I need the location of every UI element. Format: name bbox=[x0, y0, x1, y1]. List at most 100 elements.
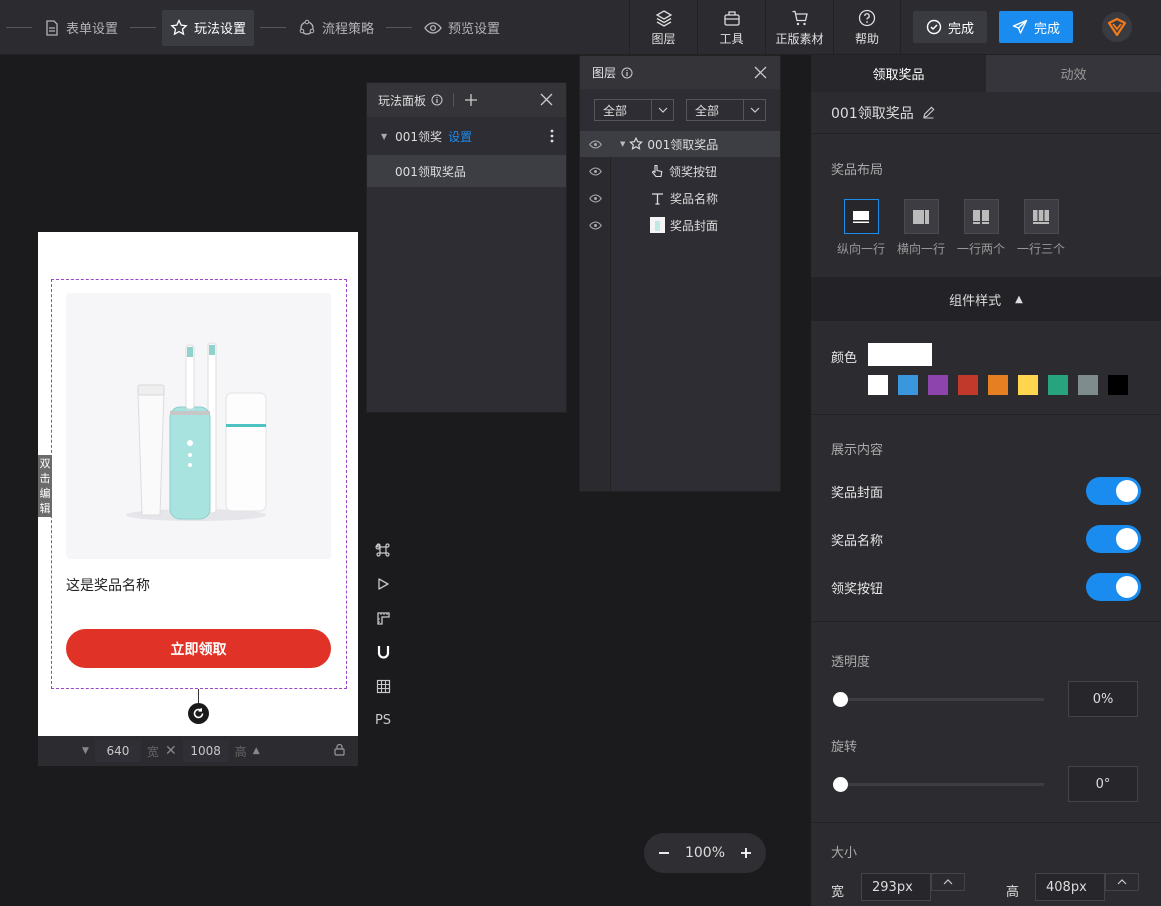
zoom-in-icon[interactable] bbox=[740, 847, 752, 859]
select-value: 全部 bbox=[603, 103, 628, 118]
layout-horizontal-icon bbox=[903, 199, 939, 234]
play-group-row[interactable]: ▼ 001领奖 设置 bbox=[367, 117, 566, 155]
layout-three-per-row[interactable]: 一行三个 bbox=[1011, 199, 1071, 257]
caret-up-icon[interactable]: ▲ bbox=[1015, 294, 1023, 305]
eye-icon[interactable] bbox=[580, 166, 611, 176]
rotate-icon bbox=[193, 708, 204, 719]
color-swatch[interactable] bbox=[1048, 375, 1068, 395]
color-swatch[interactable] bbox=[868, 375, 888, 395]
prize-name[interactable]: 这是奖品名称 bbox=[66, 575, 150, 595]
done-primary-button[interactable]: 完成 bbox=[999, 11, 1073, 43]
star-gear-icon bbox=[629, 137, 644, 150]
color-swatch[interactable] bbox=[1018, 375, 1038, 395]
claim-prize-button[interactable]: 立即领取 bbox=[66, 629, 331, 668]
width-input[interactable]: 293px bbox=[861, 873, 931, 901]
rotate-input[interactable]: 0° bbox=[1068, 766, 1138, 802]
step-flow-strategy[interactable]: 流程策略 bbox=[292, 10, 380, 46]
rotate-handle[interactable] bbox=[188, 703, 209, 724]
chevron-down-icon[interactable] bbox=[743, 100, 765, 120]
color-swatch[interactable] bbox=[928, 375, 948, 395]
layout-vertical-one[interactable]: 纵向一行 bbox=[831, 199, 891, 257]
play-icon[interactable] bbox=[372, 567, 394, 601]
opacity-input[interactable]: 0% bbox=[1068, 681, 1138, 717]
color-swatch[interactable] bbox=[988, 375, 1008, 395]
image-icon bbox=[650, 217, 665, 233]
close-icon[interactable] bbox=[754, 66, 767, 79]
edit-icon[interactable] bbox=[922, 106, 935, 119]
divider bbox=[811, 414, 1161, 415]
info-icon[interactable] bbox=[431, 94, 443, 106]
step-preview-settings[interactable]: 预览设置 bbox=[418, 10, 506, 46]
caret-down-icon[interactable]: ▼ bbox=[381, 132, 387, 141]
layout-horizontal-one[interactable]: 横向一行 bbox=[891, 199, 951, 257]
opacity-slider-track[interactable] bbox=[841, 698, 1044, 701]
layer-filter-select-2[interactable]: 全部 bbox=[686, 99, 766, 121]
canvas-page[interactable]: 这是奖品名称 立即领取 bbox=[38, 232, 358, 736]
tool-label: 工具 bbox=[719, 31, 744, 46]
color-swatch[interactable] bbox=[1108, 375, 1128, 395]
layout-two-per-row[interactable]: 一行两个 bbox=[951, 199, 1011, 257]
tools-tool[interactable]: 工具 bbox=[697, 0, 765, 55]
brand-logo[interactable] bbox=[1102, 12, 1132, 42]
layer-row-claim-button[interactable]: 领奖按钮 bbox=[580, 158, 780, 184]
grid-icon[interactable] bbox=[372, 669, 394, 703]
chevron-down-icon[interactable]: ▼ bbox=[82, 746, 89, 756]
zoom-out-icon[interactable] bbox=[658, 847, 670, 859]
more-vertical-icon[interactable] bbox=[550, 129, 554, 143]
color-swatch[interactable] bbox=[1078, 375, 1098, 395]
ps-tool[interactable]: PS bbox=[372, 703, 394, 737]
eye-icon[interactable] bbox=[580, 193, 611, 203]
lock-icon[interactable] bbox=[333, 743, 346, 759]
step-play-settings[interactable]: 玩法设置 bbox=[162, 9, 255, 46]
eye-icon[interactable] bbox=[580, 139, 611, 149]
eye-icon[interactable] bbox=[580, 220, 611, 230]
current-color-swatch[interactable] bbox=[868, 343, 932, 366]
canvas-height-input[interactable]: 1008 bbox=[182, 740, 229, 762]
tool-label: 帮助 bbox=[854, 31, 879, 46]
prize-cover-image[interactable] bbox=[66, 293, 331, 559]
assets-tool[interactable]: 正版素材 bbox=[765, 0, 833, 55]
done-secondary-button[interactable]: 完成 bbox=[913, 11, 987, 43]
info-icon[interactable] bbox=[621, 67, 633, 79]
layers-tool[interactable]: 图层 bbox=[629, 0, 697, 55]
play-item-row[interactable]: 001领取奖品 bbox=[367, 155, 566, 187]
divider bbox=[453, 93, 455, 107]
play-panel-title: 玩法面板 bbox=[378, 93, 427, 108]
play-settings-link[interactable]: 设置 bbox=[448, 128, 472, 145]
caret-down-icon[interactable]: ▼ bbox=[620, 140, 625, 148]
toggle-prize-name[interactable] bbox=[1086, 525, 1141, 553]
rotate-slider-track[interactable] bbox=[841, 783, 1044, 786]
color-swatch[interactable] bbox=[898, 375, 918, 395]
component-style-header[interactable]: 组件样式 ▲ bbox=[811, 277, 1161, 321]
close-icon[interactable] bbox=[540, 93, 553, 106]
canvas-width-input[interactable]: 640 bbox=[94, 740, 141, 762]
toggle-prize-cover[interactable] bbox=[1086, 477, 1141, 505]
height-input[interactable]: 408px bbox=[1035, 873, 1105, 901]
text-icon bbox=[652, 192, 663, 205]
height-stepper-up[interactable] bbox=[1105, 873, 1139, 891]
opacity-slider-knob[interactable] bbox=[833, 692, 848, 707]
layer-filter-select-1[interactable]: 全部 bbox=[594, 99, 674, 121]
rotate-slider-knob[interactable] bbox=[833, 777, 848, 792]
layer-row-prize-name[interactable]: 奖品名称 bbox=[580, 185, 780, 211]
tab-claim-prize[interactable]: 领取奖品 bbox=[811, 55, 986, 92]
add-icon[interactable] bbox=[464, 93, 478, 107]
double-click-edit-tag[interactable]: 双击编辑 bbox=[38, 455, 52, 517]
toggle-claim-button[interactable] bbox=[1086, 573, 1141, 601]
tab-animation[interactable]: 动效 bbox=[986, 55, 1161, 92]
canvas-side-tools: PS bbox=[372, 533, 394, 737]
command-icon[interactable] bbox=[372, 533, 394, 567]
layer-row-root[interactable]: ▼ 001领取奖品 bbox=[580, 131, 780, 157]
chevron-down-icon[interactable] bbox=[651, 100, 673, 120]
width-stepper-up[interactable] bbox=[931, 873, 965, 891]
help-tool[interactable]: 帮助 bbox=[833, 0, 901, 55]
layer-row-prize-cover[interactable]: 奖品封面 bbox=[580, 212, 780, 238]
magnet-icon[interactable] bbox=[372, 635, 394, 669]
step-form-settings[interactable]: 表单设置 bbox=[38, 10, 124, 46]
zoom-value[interactable]: 100% bbox=[685, 845, 725, 861]
rotate-label: 旋转 bbox=[831, 740, 858, 755]
step-divider bbox=[386, 27, 413, 28]
ruler-icon[interactable] bbox=[372, 601, 394, 635]
color-swatch[interactable] bbox=[958, 375, 978, 395]
chevron-up-icon[interactable]: ▲ bbox=[253, 746, 260, 756]
